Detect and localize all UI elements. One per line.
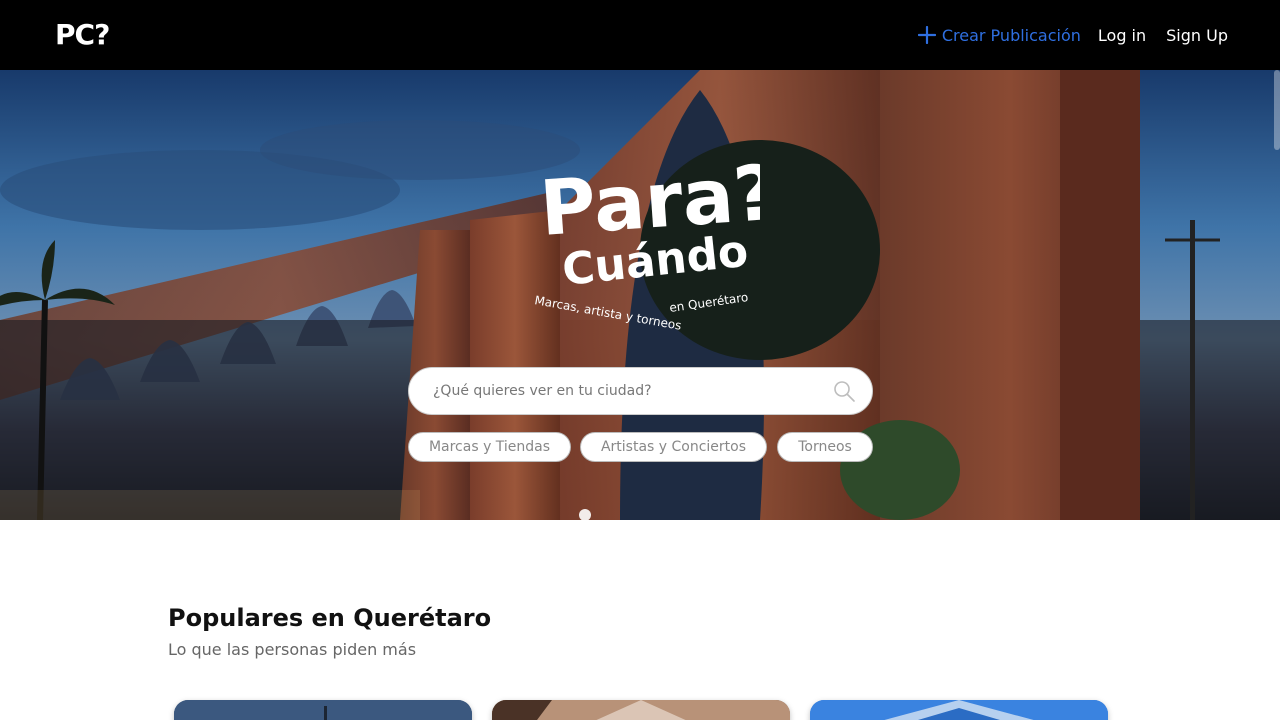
nav-actions: Crear Publicación Log in Sign Up (917, 0, 1228, 70)
search-bar (408, 367, 873, 415)
create-post-button[interactable]: Crear Publicación (917, 25, 1081, 45)
chip-marcas-y-tiendas[interactable]: Marcas y Tiendas (408, 432, 571, 462)
page-scrollbar[interactable] (1274, 70, 1280, 150)
popular-card[interactable] (492, 700, 790, 720)
login-link[interactable]: Log in (1098, 26, 1146, 45)
card-image (174, 700, 472, 720)
chip-torneos[interactable]: Torneos (777, 432, 873, 462)
popular-card[interactable] (174, 700, 472, 720)
svg-text:Marcas, artista y torneos: Marcas, artista y torneos (533, 293, 682, 330)
app-logo[interactable]: PC? (55, 16, 110, 54)
hero-tagline: Marcas, artista y torneos en Querétaro (533, 290, 749, 330)
category-chips: Marcas y Tiendas Artistas y Conciertos T… (408, 432, 873, 462)
section-title: Populares en Querétaro (168, 604, 492, 632)
popular-card[interactable] (810, 700, 1108, 720)
hero-banner: Para? Cuándo Marcas, artista y torneos e… (0, 70, 1280, 520)
plus-icon (917, 26, 936, 44)
search-input[interactable] (433, 383, 832, 399)
card-image (492, 700, 790, 720)
top-navbar: PC? Crear Publicación Log in Sign Up (0, 0, 1280, 70)
section-subtitle: Lo que las personas piden más (168, 640, 417, 659)
para-cuando-logo: Para? Cuándo (537, 148, 760, 296)
chip-artistas-y-conciertos[interactable]: Artistas y Conciertos (580, 432, 767, 462)
svg-text:en Querétaro: en Querétaro (668, 290, 749, 315)
signup-link[interactable]: Sign Up (1166, 26, 1228, 45)
search-icon[interactable] (832, 379, 856, 403)
create-post-label: Crear Publicación (941, 25, 1081, 45)
card-image (810, 700, 1108, 720)
